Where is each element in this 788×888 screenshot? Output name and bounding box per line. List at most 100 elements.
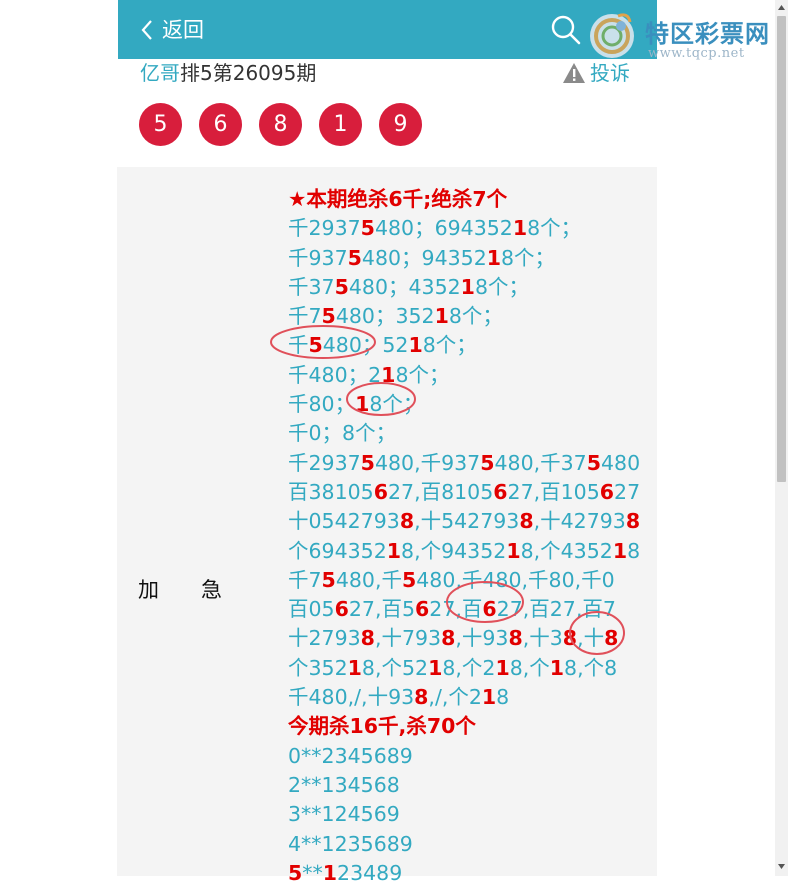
- scroll-thumb[interactable]: [777, 16, 786, 482]
- line-text: 8,个94352: [401, 538, 507, 563]
- highlight-digit: 8: [508, 626, 523, 651]
- number-ball: 5: [139, 103, 182, 146]
- line-text: 4**1235689: [288, 831, 413, 856]
- highlight-digit: 5: [321, 304, 336, 329]
- line-text: 27: [614, 479, 641, 504]
- line-text: 8个；: [501, 245, 556, 270]
- prediction-line: 十27938,十7938,十938,十38,十8: [288, 624, 648, 653]
- highlight-digit: 5: [401, 567, 417, 592]
- highlight-digit: 1: [486, 245, 502, 270]
- line-text: ,十: [577, 626, 605, 651]
- back-button[interactable]: 返回: [140, 16, 204, 44]
- issue-name: 排5第26095期: [180, 61, 317, 85]
- highlight-digit: 1: [386, 538, 402, 563]
- prediction-line: 百38105627,百8105627,百105627: [288, 478, 648, 507]
- highlight-digit: 1: [612, 538, 628, 563]
- chevron-left-icon: [141, 20, 152, 40]
- line-text: ,十93: [455, 626, 509, 651]
- line-text: 27,百5: [348, 597, 416, 622]
- vertical-scrollbar[interactable]: [775, 0, 788, 876]
- highlight-digit: 6: [334, 597, 349, 622]
- line-text: 8: [496, 685, 510, 710]
- highlight-digit: 5: [334, 274, 349, 299]
- prediction-line: 千5480；5218个；: [288, 331, 648, 360]
- line-text: 千2937: [288, 216, 361, 241]
- line-text: ,十542793: [414, 509, 520, 534]
- highlight-digit: 1: [481, 685, 497, 710]
- line-text: 480；94352: [361, 245, 487, 270]
- prediction-line: 今期杀16千,杀70个: [288, 712, 648, 741]
- line-text: ,十793: [374, 626, 442, 651]
- number-ball: 1: [319, 103, 362, 146]
- line-text: 8: [627, 538, 641, 563]
- highlight-digit: 5: [480, 450, 495, 475]
- line-text: 千80；: [288, 392, 356, 417]
- scroll-down-arrow-icon[interactable]: [775, 860, 788, 872]
- prediction-line: 0**2345689: [288, 742, 648, 771]
- line-text: 千0；8个；: [288, 421, 397, 446]
- line-text: 8,个: [509, 655, 550, 680]
- prediction-line: 个69435218,个9435218,个435218: [288, 537, 648, 566]
- prediction-line: 千29375480,千9375480,千375480: [288, 449, 648, 478]
- search-icon[interactable]: [550, 14, 582, 46]
- panel-label: 加 急: [138, 578, 222, 602]
- line-text: 8个；: [422, 333, 477, 358]
- site-logo-icon: [590, 13, 634, 58]
- author-link[interactable]: 亿哥: [140, 61, 180, 85]
- highlight-digit: 6: [415, 597, 430, 622]
- line-text: 27,百8105: [387, 479, 494, 504]
- line-text: 480,千480,千80,千0: [416, 567, 615, 592]
- highlight-digit: 1: [381, 362, 396, 387]
- line-text: 个352: [288, 655, 348, 680]
- line-text: **: [302, 860, 323, 885]
- highlight-digit: 5: [347, 245, 362, 270]
- prediction-line: 个35218,个5218,个218,个18,个8: [288, 654, 648, 683]
- line-text: 千7: [288, 304, 322, 329]
- highlight-digit: 6: [373, 479, 388, 504]
- highlight-digit: 8: [360, 626, 375, 651]
- highlight-digit: 8: [414, 685, 429, 710]
- number-ball: 9: [379, 103, 422, 146]
- prediction-line: 千75480,千5480,千480,千80,千0: [288, 566, 648, 595]
- scroll-up-arrow-icon[interactable]: [775, 2, 788, 14]
- prediction-line: 2**134568: [288, 771, 648, 800]
- line-text: 8,个8: [564, 655, 618, 680]
- highlight-digit: 1: [408, 333, 423, 358]
- highlight-digit: 1: [506, 538, 521, 563]
- line-text: 千7: [288, 567, 322, 592]
- line-text: 8,个4352: [520, 538, 613, 563]
- prediction-line: 千375480；435218个；: [288, 273, 648, 302]
- highlight-digit: 5: [360, 450, 375, 475]
- back-label: 返回: [162, 18, 204, 42]
- highlight-digit: 5: [321, 567, 336, 592]
- line-text: 8,个52: [361, 655, 429, 680]
- complaint-button[interactable]: 投诉: [562, 60, 630, 86]
- line-text: 百05: [288, 597, 335, 622]
- warning-icon: [563, 63, 585, 83]
- highlight-digit: 今期杀16千: [288, 714, 399, 739]
- line-text: 8个；: [474, 274, 529, 299]
- watermark-name: 特区彩票网: [645, 20, 770, 48]
- line-text: 480,千37: [494, 450, 587, 475]
- line-text: 十2793: [288, 626, 361, 651]
- line-text: 27,百105: [507, 479, 600, 504]
- prediction-line: 千0；8个；: [288, 419, 648, 448]
- prediction-line: 千75480；35218个；: [288, 302, 648, 331]
- line-text: 千480；2: [288, 362, 382, 387]
- line-text: 十0542793: [288, 509, 400, 534]
- prediction-line: ★本期绝杀6千;绝杀7个: [288, 185, 648, 214]
- line-text: 8个；: [395, 362, 450, 387]
- line-text: 480；352: [335, 304, 435, 329]
- highlight-digit: 1: [549, 655, 565, 680]
- highlight-digit: 1: [322, 860, 338, 885]
- number-ball: 6: [199, 103, 242, 146]
- line-text: 23489: [337, 860, 403, 885]
- line-text: 百38105: [288, 479, 374, 504]
- highlight-digit: 5: [308, 333, 323, 358]
- highlight-digit: 8: [604, 626, 619, 651]
- line-text: 480,千937: [374, 450, 481, 475]
- line-text: 千: [288, 333, 309, 358]
- prediction-line: 十05427938,十5427938,十427938: [288, 507, 648, 536]
- prediction-line: 千80；18个；: [288, 390, 648, 419]
- prediction-lines: ★本期绝杀6千;绝杀7个 千29375480；69435218个； 千9375480…: [288, 185, 648, 888]
